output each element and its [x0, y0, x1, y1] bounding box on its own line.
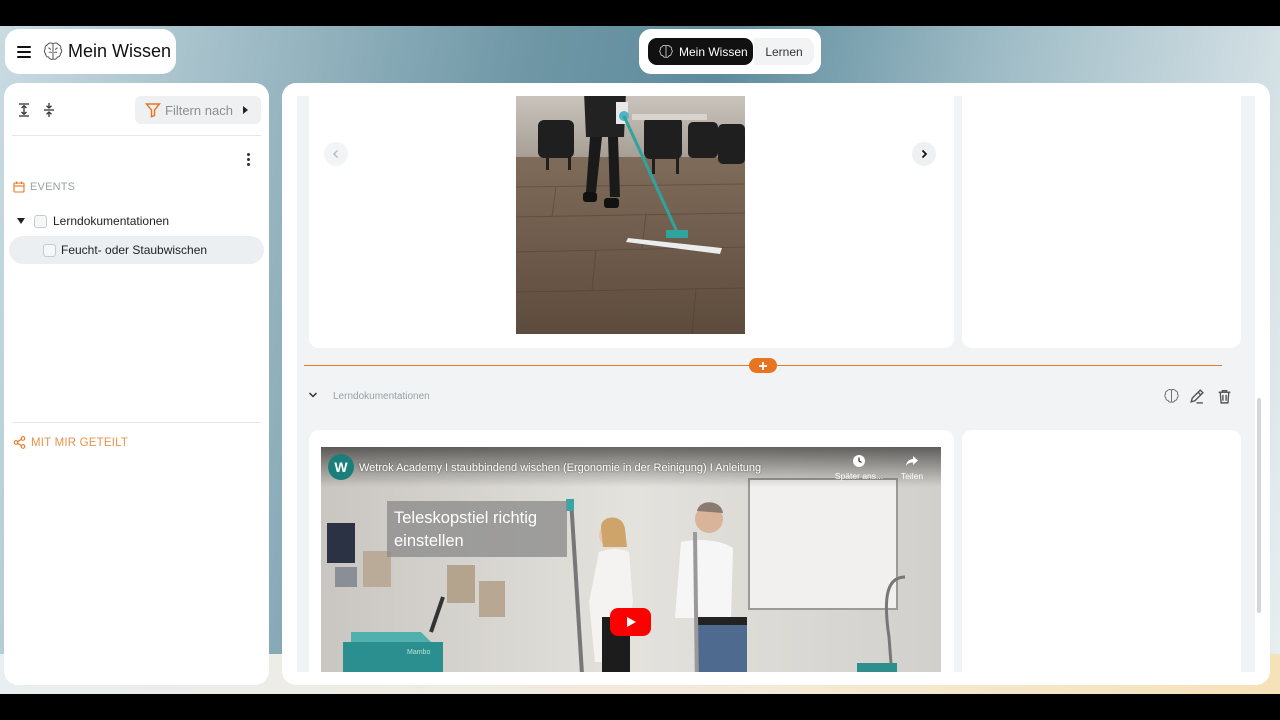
channel-badge-letter: W: [334, 459, 348, 475]
carousel-next-button[interactable]: [912, 142, 936, 166]
play-icon: [626, 617, 636, 627]
shared-section-header[interactable]: MIT MIR GETEILT: [13, 436, 128, 449]
photo-mopping: [516, 96, 745, 334]
group-label: Lerndokumentationen: [333, 391, 430, 402]
mode-mein-wissen-button[interactable]: Mein Wissen: [648, 38, 753, 65]
video-caption: Teleskopstiel richtig einstellen: [394, 509, 538, 550]
play-button[interactable]: [610, 608, 651, 636]
tree-item-label: Feucht- oder Staubwischen: [61, 243, 208, 257]
app-header: Mein Wissen: [5, 29, 176, 74]
mode-lernen-button[interactable]: Lernen: [754, 38, 814, 65]
collapse-all-icon[interactable]: [41, 102, 57, 118]
mode-toggle: Mein Wissen Lernen: [639, 29, 821, 74]
filter-label: Filtern nach: [165, 102, 233, 118]
add-entry-button[interactable]: [749, 358, 777, 373]
funnel-icon: [145, 103, 161, 118]
image-card: [309, 96, 954, 348]
youtube-video-embed[interactable]: W Wetrok Academy I staubbindend wischen …: [321, 447, 941, 672]
carousel-prev-button[interactable]: [324, 142, 348, 166]
channel-logo-icon: W: [328, 454, 354, 480]
divider: [12, 422, 261, 423]
divider: [12, 135, 261, 136]
tree-item-label: Lerndokumentationen: [53, 214, 170, 228]
expand-all-icon[interactable]: [16, 102, 32, 118]
share-label: Teilen: [900, 471, 924, 481]
share-arrow-icon: [906, 456, 918, 466]
shared-heading: MIT MIR GETEILT: [31, 436, 129, 449]
events-heading: EVENTS: [30, 181, 76, 193]
video-card: W Wetrok Academy I staubbindend wischen …: [309, 430, 954, 672]
content-area: Lerndokumentationen W Wetrok Academy I s…: [297, 96, 1255, 672]
brain-icon[interactable]: [1163, 388, 1180, 405]
plus-icon: [759, 361, 767, 370]
hamburger-icon[interactable]: [17, 45, 31, 58]
mode-mein-wissen-label: Mein Wissen: [679, 44, 748, 59]
share-video-button[interactable]: Teilen: [887, 454, 937, 481]
clock-icon: [853, 455, 865, 467]
watch-later-label: Später ans...: [834, 471, 884, 481]
machine-label: Mambo: [407, 649, 430, 656]
filter-button[interactable]: Filtern nach: [135, 96, 261, 124]
brain-icon: [659, 44, 673, 58]
watch-later-button[interactable]: Später ans...: [834, 454, 884, 481]
calendar-icon: [13, 181, 25, 193]
events-section-header: EVENTS: [13, 181, 75, 193]
pencil-icon[interactable]: [1188, 388, 1205, 405]
brain-icon: [43, 41, 63, 60]
caret-down-icon[interactable]: [17, 218, 25, 224]
mode-lernen-label: Lernen: [765, 44, 803, 59]
sidebar: Filtern nach EVENTS Lerndokumentationen …: [4, 83, 269, 685]
chevron-right-icon: [921, 149, 928, 159]
main-panel: Lerndokumentationen W Wetrok Academy I s…: [282, 83, 1270, 685]
app-title: Mein Wissen: [68, 41, 172, 61]
photo-image: [516, 96, 745, 334]
caret-right-icon: [242, 106, 248, 114]
app-background: Mein Wissen Mein Wissen Lernen Filtern n…: [0, 26, 1280, 694]
chevron-down-icon[interactable]: [308, 390, 318, 400]
share-icon: [13, 436, 26, 449]
checkbox[interactable]: [43, 243, 56, 257]
side-card-bottom: [962, 430, 1241, 672]
scrollbar-thumb[interactable]: [1257, 398, 1261, 613]
events-menu-icon[interactable]: [247, 153, 251, 166]
tree-item-lerndokumentationen[interactable]: Lerndokumentationen: [17, 214, 169, 228]
machine-label-graphic: Mambo: [407, 649, 430, 656]
checkbox[interactable]: [34, 214, 47, 228]
trash-icon[interactable]: [1216, 388, 1233, 405]
chevron-left-icon: [332, 149, 339, 159]
video-title[interactable]: Wetrok Academy I staubbindend wischen (E…: [359, 462, 761, 474]
group-header: Lerndokumentationen: [297, 384, 1255, 408]
tree-item-feucht-oder-staubwischen[interactable]: Feucht- oder Staubwischen: [43, 243, 207, 257]
side-card-top: [962, 96, 1241, 348]
